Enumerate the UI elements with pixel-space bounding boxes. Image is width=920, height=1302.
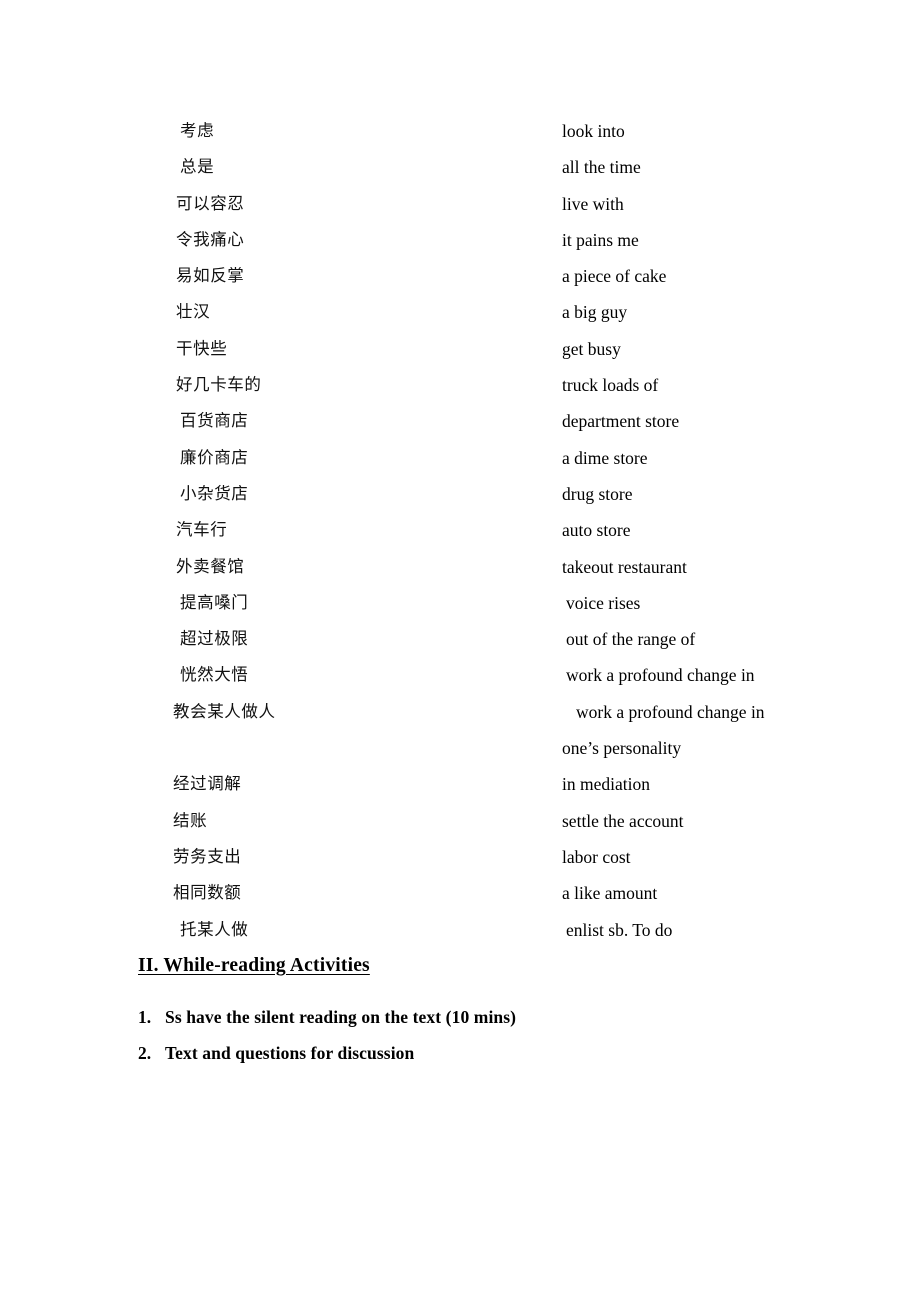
vocabulary-term-english: settle the account bbox=[562, 810, 684, 831]
vocabulary-term-chinese: 外卖餐馆 bbox=[176, 556, 245, 576]
vocabulary-term-english: labor cost bbox=[562, 846, 631, 867]
section-heading-while-reading: II. While-reading Activities bbox=[138, 955, 370, 976]
vocabulary-row: 劳务支出 labor cost bbox=[0, 839, 920, 875]
vocabulary-term-english: look into bbox=[562, 121, 625, 141]
vocabulary-term-chinese: 相同数额 bbox=[173, 883, 242, 903]
vocabulary-term-chinese: 劳务支出 bbox=[173, 846, 242, 866]
vocabulary-row: 汽车行 auto store bbox=[0, 512, 920, 548]
vocabulary-term-chinese: 提高嗓门 bbox=[180, 592, 249, 612]
vocabulary-term-english: one’s personality bbox=[562, 738, 682, 759]
vocabulary-term-chinese: 考虑 bbox=[180, 121, 215, 140]
vocabulary-row: 超过极限 out of the range of bbox=[0, 621, 920, 657]
vocabulary-term-english: auto store bbox=[562, 520, 631, 541]
vocabulary-term-chinese: 好几卡车的 bbox=[176, 375, 262, 395]
vocabulary-term-english: a big guy bbox=[562, 302, 628, 323]
vocabulary-row: 恍然大悟 work a profound change in bbox=[0, 657, 920, 693]
vocabulary-row: 可以容忍 live with bbox=[0, 186, 920, 222]
vocabulary-row: 小杂货店 drug store bbox=[0, 476, 920, 512]
vocabulary-term-chinese: 汽车行 bbox=[176, 520, 228, 540]
vocabulary-term-english: a like amount bbox=[562, 883, 658, 904]
vocabulary-term-english: work a profound change in bbox=[566, 665, 755, 686]
vocabulary-term-english: all the time bbox=[562, 157, 641, 178]
vocabulary-row: 廉价商店 a dime store bbox=[0, 440, 920, 476]
vocabulary-term-english: drug store bbox=[562, 483, 633, 504]
vocabulary-row: 易如反掌 a piece of cake bbox=[0, 258, 920, 294]
activity-item: 2. Text and questions for discussion bbox=[0, 1035, 920, 1071]
vocabulary-term-english: out of the range of bbox=[566, 629, 696, 650]
vocabulary-term-chinese: 小杂货店 bbox=[180, 483, 249, 503]
vocabulary-row: 百货商店 department store bbox=[0, 403, 920, 439]
vocabulary-row: 总是 all the time bbox=[0, 149, 920, 185]
vocabulary-term-chinese: 干快些 bbox=[176, 338, 228, 358]
vocabulary-term-english: work a profound change in bbox=[576, 701, 765, 722]
vocabulary-term-chinese: 超过极限 bbox=[180, 629, 249, 649]
vocabulary-row: 干快些 get busy bbox=[0, 331, 920, 367]
document-page: 考虑 look into 总是 all the time 可以容忍 live with 令我… bbox=[0, 0, 920, 1302]
vocabulary-row: 外卖餐馆 takeout restaurant bbox=[0, 549, 920, 585]
vocabulary-row: 相同数额 a like amount bbox=[0, 875, 920, 911]
activity-text: Ss have the silent reading on the text (… bbox=[165, 1007, 517, 1027]
vocabulary-term-english: enlist sb. To do bbox=[566, 919, 673, 940]
vocabulary-row: one’s personality bbox=[0, 730, 920, 766]
vocabulary-term-chinese: 经过调解 bbox=[173, 774, 242, 794]
activity-number: 1. bbox=[138, 1007, 152, 1027]
vocabulary-row: 经过调解 in mediation bbox=[0, 766, 920, 802]
vocabulary-term-chinese: 结账 bbox=[173, 810, 208, 830]
vocabulary-list: 考虑 look into 总是 all the time 可以容忍 live with 令我… bbox=[0, 113, 920, 948]
vocabulary-term-chinese: 易如反掌 bbox=[176, 266, 245, 286]
vocabulary-term-english: it pains me bbox=[562, 229, 639, 250]
vocabulary-row: 考虑 look into bbox=[0, 113, 920, 149]
vocabulary-term-english: a piece of cake bbox=[562, 266, 667, 287]
vocabulary-term-chinese: 总是 bbox=[180, 157, 215, 177]
vocabulary-row: 结账 settle the account bbox=[0, 803, 920, 839]
vocabulary-term-english: voice rises bbox=[566, 592, 641, 613]
vocabulary-term-chinese: 可以容忍 bbox=[176, 193, 245, 213]
activity-number: 2. bbox=[138, 1043, 152, 1063]
vocabulary-term-english: get busy bbox=[562, 338, 621, 359]
vocabulary-row: 教会某人做人 work a profound change in bbox=[0, 694, 920, 730]
activity-item: 1. Ss have the silent reading on the text… bbox=[0, 999, 920, 1035]
vocabulary-term-chinese: 壮汉 bbox=[176, 302, 211, 322]
vocabulary-row: 提高嗓门 voice rises bbox=[0, 585, 920, 621]
vocabulary-term-english: takeout restaurant bbox=[562, 556, 687, 577]
vocabulary-term-english: live with bbox=[562, 193, 624, 214]
vocabulary-term-chinese: 令我痛心 bbox=[176, 229, 245, 249]
vocabulary-term-english: in mediation bbox=[562, 774, 650, 795]
vocabulary-row: 好几卡车的 truck loads of bbox=[0, 367, 920, 403]
vocabulary-term-english: truck loads of bbox=[562, 375, 659, 396]
vocabulary-term-chinese: 托某人做 bbox=[180, 919, 249, 939]
vocabulary-term-english: department store bbox=[562, 411, 680, 432]
activity-list: 1. Ss have the silent reading on the text… bbox=[0, 999, 920, 1071]
vocabulary-term-chinese: 恍然大悟 bbox=[180, 665, 249, 685]
activity-text: Text and questions for discussion bbox=[165, 1043, 415, 1063]
vocabulary-term-english: a dime store bbox=[562, 447, 648, 468]
vocabulary-row: 令我痛心 it pains me bbox=[0, 222, 920, 258]
vocabulary-term-chinese: 廉价商店 bbox=[180, 447, 249, 467]
vocabulary-row: 托某人做 enlist sb. To do bbox=[0, 912, 920, 948]
vocabulary-term-chinese: 百货商店 bbox=[180, 411, 249, 431]
vocabulary-row: 壮汉 a big guy bbox=[0, 294, 920, 330]
vocabulary-term-chinese: 教会某人做人 bbox=[173, 701, 276, 721]
